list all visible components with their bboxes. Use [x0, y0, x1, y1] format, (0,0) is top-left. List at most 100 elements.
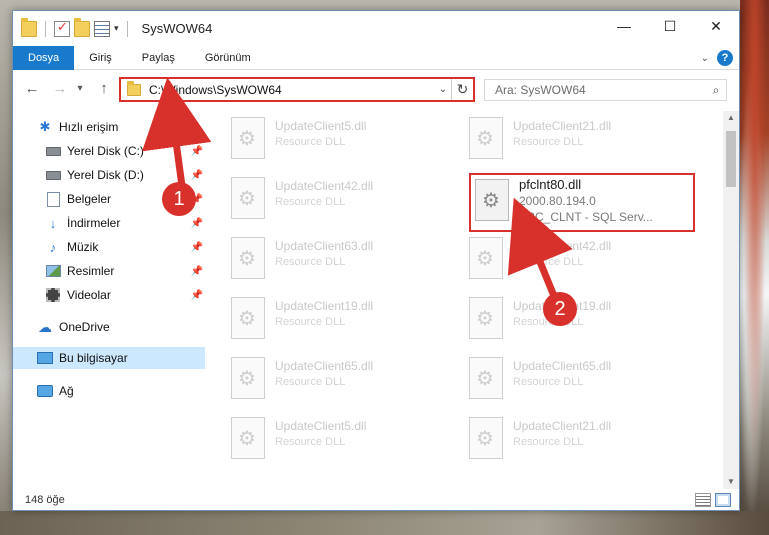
file-name: UpdateClient42.dll: [275, 179, 374, 193]
expand-ribbon-chevron-icon[interactable]: ⌄: [701, 53, 709, 64]
dll-file-icon: [469, 297, 503, 339]
sidebar-item-local-disk-c[interactable]: Yerel Disk (C:) 📌: [13, 140, 205, 162]
sidebar-item-label: Belgeler: [67, 192, 112, 206]
search-icon[interactable]: ⌕: [706, 83, 726, 98]
sidebar-item-label: Yerel Disk (C:): [67, 144, 144, 158]
file-item[interactable]: UpdateClient65.dll Resource DLL: [219, 353, 445, 405]
sidebar-item-pictures[interactable]: Resimler 📌: [13, 260, 205, 282]
large-icons-view-icon[interactable]: [715, 493, 731, 507]
file-item-pfclnt80[interactable]: pfclnt80.dll 2000.80.194.0 TRC_CLNT - SQ…: [469, 173, 695, 232]
dll-file-icon: [231, 357, 265, 399]
sidebar-item-quick-access[interactable]: ✱ Hızlı erişim: [13, 116, 205, 138]
customize-toolbar-chevron-icon[interactable]: ▾: [114, 23, 119, 34]
videos-icon: [45, 287, 61, 303]
download-icon: ↓: [49, 215, 57, 231]
address-path[interactable]: C:\Windows\SysWOW64: [149, 83, 435, 97]
vertical-scrollbar[interactable]: ▲ ▼: [723, 111, 739, 489]
file-description: Resource DLL: [513, 436, 584, 448]
star-icon: ✱: [39, 119, 51, 134]
file-item[interactable]: UpdateClient65.dll Resource DLL: [457, 353, 683, 405]
close-button[interactable]: ✕: [693, 11, 739, 41]
search-box[interactable]: Ara: SysWOW64 ⌕: [484, 79, 727, 101]
file-item[interactable]: UpdateClient21.dll Resource DLL: [457, 413, 683, 465]
minimize-button[interactable]: —: [601, 11, 647, 41]
sidebar-item-videos[interactable]: Videolar 📌: [13, 284, 205, 306]
file-item[interactable]: UpdateClient42.dll Resource DLL: [219, 173, 445, 225]
help-icon[interactable]: ?: [717, 50, 733, 66]
cloud-icon: ☁: [38, 318, 52, 335]
tab-home[interactable]: Giriş: [74, 46, 127, 70]
sidebar-item-label: Yerel Disk (D:): [67, 168, 144, 182]
ribbon-tabs: Dosya Giriş Paylaş Görünüm ⌄ ?: [13, 45, 739, 70]
dll-file-icon: [475, 179, 509, 221]
tab-file[interactable]: Dosya: [13, 45, 75, 70]
pictures-icon: [45, 263, 61, 279]
sidebar-item-network[interactable]: Ağ: [13, 380, 205, 402]
file-name: UpdateClient42.dll: [513, 239, 612, 253]
dll-file-icon: [231, 297, 265, 339]
file-description: Resource DLL: [275, 316, 346, 328]
view-switcher: [695, 493, 731, 507]
forward-button[interactable]: →: [51, 79, 69, 97]
refresh-button[interactable]: ↻: [451, 79, 473, 100]
search-input[interactable]: Ara: SysWOW64: [495, 83, 706, 97]
sidebar-item-music[interactable]: ♪ Müzik 📌: [13, 236, 205, 258]
sidebar-item-onedrive[interactable]: ☁ OneDrive: [13, 316, 205, 338]
back-button[interactable]: ←: [23, 79, 41, 97]
file-name: pfclnt80.dll: [519, 177, 582, 192]
file-description: Resource DLL: [275, 136, 346, 148]
callout-step-2: 2: [543, 292, 577, 326]
music-icon: ♪: [49, 239, 57, 255]
window-controls: — ☐ ✕: [601, 11, 739, 41]
pin-icon[interactable]: 📌: [191, 266, 203, 277]
file-description: Resource DLL: [513, 136, 584, 148]
address-bar[interactable]: C:\Windows\SysWOW64 ⌄ ↻: [119, 77, 475, 102]
pin-icon[interactable]: 📌: [191, 170, 203, 181]
file-description: Resource DLL: [513, 376, 584, 388]
file-item[interactable]: UpdateClient5.dll Resource DLL: [219, 113, 445, 165]
sidebar-item-label: Resimler: [67, 264, 115, 278]
maximize-button[interactable]: ☐: [647, 11, 693, 41]
file-item[interactable]: UpdateClient42.dll Resource DLL: [457, 233, 683, 285]
file-description: Resource DLL: [275, 196, 346, 208]
details-view-icon[interactable]: [695, 493, 711, 507]
scrollbar-thumb[interactable]: [726, 131, 736, 187]
pin-icon[interactable]: 📌: [191, 146, 203, 157]
file-name: UpdateClient5.dll: [275, 419, 367, 433]
file-item[interactable]: UpdateClient5.dll Resource DLL: [219, 413, 445, 465]
tab-share[interactable]: Paylaş: [127, 46, 190, 70]
new-folder-icon[interactable]: [74, 17, 90, 37]
sidebar-item-label: Videolar: [67, 288, 111, 302]
up-button[interactable]: ↑: [95, 79, 113, 97]
sidebar-item-label: Ağ: [59, 384, 74, 398]
disk-icon: [45, 143, 61, 159]
computer-icon: [37, 350, 53, 366]
pin-icon[interactable]: 📌: [191, 290, 203, 301]
tab-view[interactable]: Görünüm: [190, 46, 266, 70]
pin-icon[interactable]: 📌: [191, 242, 203, 253]
address-dropdown-chevron-icon[interactable]: ⌄: [435, 84, 451, 95]
file-description: TRC_CLNT - SQL Serv...: [519, 210, 653, 224]
properties-check-icon[interactable]: [54, 19, 70, 37]
divider: [126, 20, 128, 37]
sidebar-item-this-pc[interactable]: Bu bilgisayar: [13, 347, 205, 369]
window-title: SysWOW64: [141, 21, 213, 36]
file-item[interactable]: UpdateClient21.dll Resource DLL: [457, 113, 683, 165]
dll-file-icon: [231, 417, 265, 459]
pin-icon[interactable]: 📌: [191, 218, 203, 229]
title-bar: ▾ SysWOW64 — ☐ ✕: [13, 11, 739, 46]
file-description: Resource DLL: [275, 436, 346, 448]
dll-file-icon: [231, 117, 265, 159]
sidebar-item-label: OneDrive: [59, 320, 110, 334]
file-item[interactable]: UpdateClient63.dll Resource DLL: [219, 233, 445, 285]
file-version: 2000.80.194.0: [519, 194, 596, 208]
scroll-down-icon[interactable]: ▼: [723, 475, 739, 489]
file-name: UpdateClient21.dll: [513, 119, 612, 133]
scroll-up-icon[interactable]: ▲: [723, 111, 739, 125]
dll-file-icon: [469, 237, 503, 279]
callout-step-1: 1: [162, 182, 196, 216]
file-item[interactable]: UpdateClient19.dll Resource DLL: [219, 293, 445, 345]
properties-icon[interactable]: [94, 20, 110, 37]
recent-locations-chevron-icon[interactable]: ▾: [71, 79, 89, 97]
dll-file-icon: [469, 117, 503, 159]
